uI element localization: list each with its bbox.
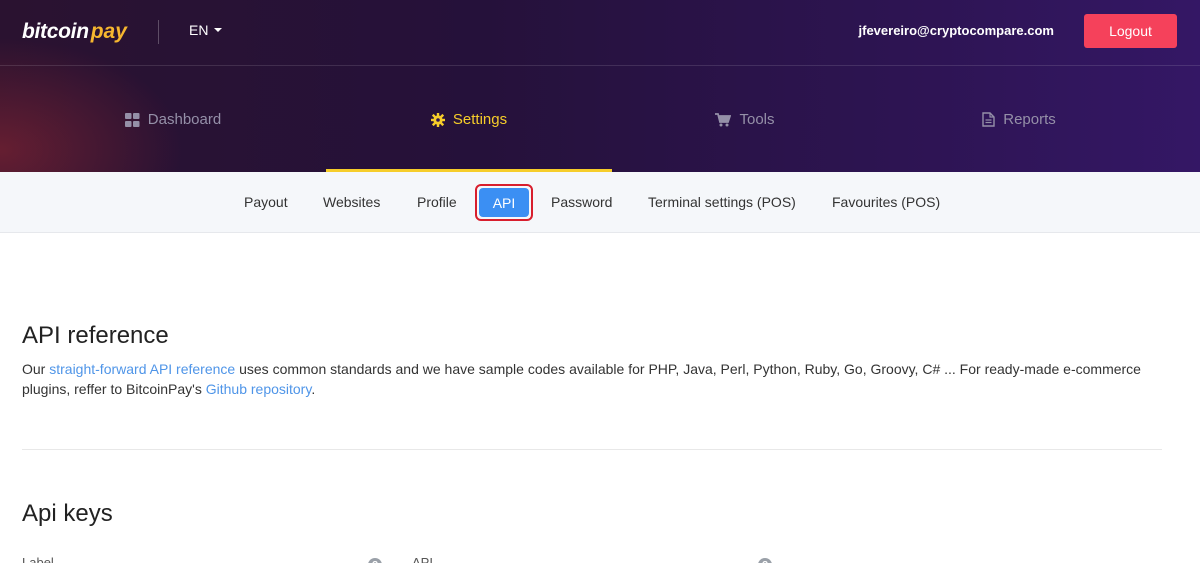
nav-label-settings: Settings (452, 111, 508, 128)
main-nav: Dashboard Settings Tools Reports (0, 67, 1200, 172)
nav-item-tools[interactable]: Tools (602, 67, 888, 172)
header: bitcoin pay EN jfevereiro@cryptocompare.… (0, 0, 1200, 172)
help-icon[interactable]: ? (758, 558, 772, 563)
api-reference-link[interactable]: straight-forward API reference (49, 361, 235, 377)
section-divider (22, 449, 1162, 450)
nav-item-reports[interactable]: Reports (876, 67, 1162, 172)
bitcoinpay-logo[interactable]: bitcoin pay (22, 17, 127, 47)
subnav-payout[interactable]: Payout (244, 194, 288, 210)
logo-text-bitcoin: bitcoin (22, 20, 89, 43)
column-label-api: API (412, 555, 433, 563)
subnav-profile[interactable]: Profile (417, 194, 457, 210)
user-email: jfevereiro@cryptocompare.com (858, 23, 1054, 38)
nav-label-dashboard: Dashboard (147, 111, 222, 128)
logout-button[interactable]: Logout (1084, 14, 1177, 48)
logo-text-pay: pay (90, 20, 127, 43)
language-label: EN (189, 22, 209, 38)
cart-icon (715, 112, 732, 126)
api-keys-title: Api keys (22, 500, 113, 527)
top-bar: bitcoin pay EN jfevereiro@cryptocompare.… (0, 0, 1200, 66)
nav-item-dashboard[interactable]: Dashboard (30, 67, 316, 172)
subnav-password[interactable]: Password (551, 194, 612, 210)
api-reference-title: API reference (22, 322, 169, 349)
caret-down-icon (214, 28, 223, 32)
subnav-api[interactable]: API (479, 188, 529, 217)
desc-text-end: . (311, 381, 316, 397)
help-icon[interactable]: ? (368, 558, 382, 563)
subnav-websites[interactable]: Websites (323, 194, 380, 210)
document-icon (982, 112, 995, 127)
nav-item-settings[interactable]: Settings (326, 67, 612, 172)
column-label-label: Label (22, 555, 54, 563)
api-reference-description: Our straight-forward API reference uses … (22, 359, 1162, 399)
subnav-favourites[interactable]: Favourites (POS) (832, 194, 940, 210)
github-repository-link[interactable]: Github repository (206, 381, 312, 397)
desc-text-intro: Our (22, 361, 50, 377)
settings-subnav: Payout Websites Profile API Password Ter… (0, 172, 1200, 233)
language-selector[interactable]: EN (189, 22, 223, 38)
gear-icon (430, 112, 445, 127)
logo-divider (158, 20, 159, 44)
nav-label-tools: Tools (739, 111, 775, 128)
dashboard-icon (124, 112, 140, 127)
subnav-terminal-settings[interactable]: Terminal settings (POS) (648, 194, 796, 210)
subnav-api-highlight: API (475, 184, 533, 221)
nav-label-reports: Reports (1003, 111, 1056, 128)
api-keys-header: Label ? API ? (22, 555, 1162, 563)
